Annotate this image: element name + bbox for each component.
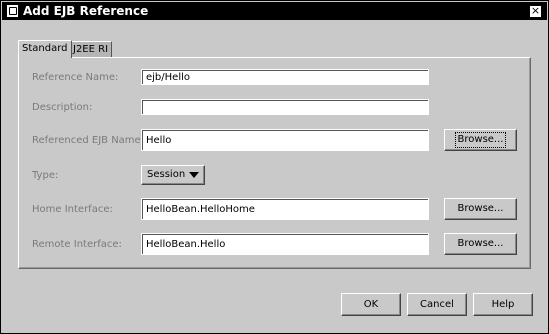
type-label: Type: bbox=[32, 170, 59, 181]
reference-name-label: Reference Name: bbox=[32, 72, 119, 83]
cancel-button[interactable]: Cancel bbox=[407, 293, 467, 316]
browse-remote-button[interactable]: Browse... bbox=[444, 233, 517, 255]
browse-ejb-button[interactable]: Browse... bbox=[444, 129, 517, 151]
browse-ejb-button-label: Browse... bbox=[454, 132, 507, 148]
remote-interface-field[interactable]: HelloBean.Hello bbox=[141, 233, 429, 255]
home-interface-label: Home Interface: bbox=[32, 204, 113, 215]
chevron-down-icon bbox=[189, 172, 199, 178]
tab-j2ee-ri[interactable]: J2EE RI bbox=[69, 41, 113, 58]
window-app-icon bbox=[7, 5, 18, 17]
help-button[interactable]: Help bbox=[473, 293, 533, 316]
browse-home-button[interactable]: Browse... bbox=[444, 198, 517, 220]
referenced-ejb-name-field[interactable]: Hello bbox=[141, 129, 429, 151]
title-bar[interactable]: Add EJB Reference × bbox=[2, 2, 547, 20]
type-select[interactable]: Session bbox=[141, 165, 205, 185]
description-label: Description: bbox=[32, 102, 93, 113]
type-select-value: Session bbox=[147, 169, 186, 180]
ok-button[interactable]: OK bbox=[341, 293, 401, 316]
reference-name-field[interactable]: ejb/Hello bbox=[141, 69, 429, 85]
close-icon[interactable]: × bbox=[529, 5, 542, 18]
description-field[interactable] bbox=[141, 99, 429, 115]
remote-interface-label: Remote Interface: bbox=[32, 239, 122, 250]
referenced-ejb-name-label: Referenced EJB Name: bbox=[32, 135, 145, 146]
dialog-window: Add EJB Reference × Standard J2EE RI Ref… bbox=[0, 0, 549, 334]
window-title: Add EJB Reference bbox=[23, 4, 149, 18]
tab-standard[interactable]: Standard bbox=[18, 40, 72, 58]
home-interface-field[interactable]: HelloBean.HelloHome bbox=[141, 198, 429, 220]
